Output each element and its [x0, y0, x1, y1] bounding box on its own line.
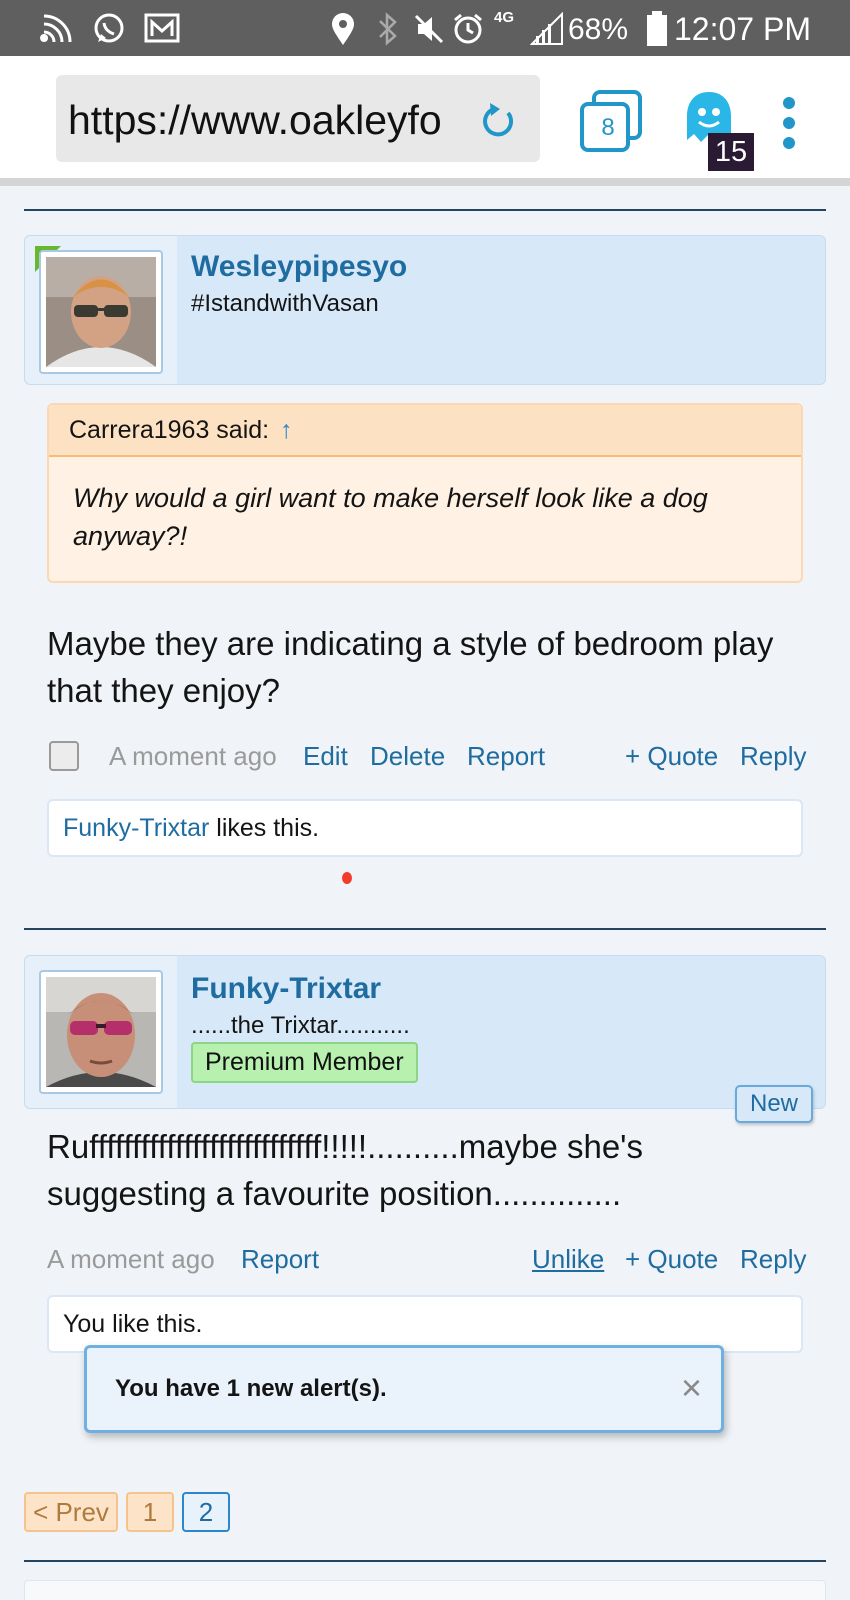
- whatsapp-icon: [94, 13, 124, 43]
- post-user-bar: Wesleypipesyo #IstandwithVasan: [24, 235, 826, 385]
- alert-message[interactable]: You have 1 new alert(s).: [115, 1375, 387, 1403]
- post-actions: A moment ago Report Unlike + Quote Reply: [47, 1238, 806, 1278]
- quote-header: Carrera1963 said: ↑: [49, 405, 801, 457]
- user-title: #IstandwithVasan: [191, 290, 379, 317]
- reply-link[interactable]: Reply: [740, 741, 806, 772]
- select-post-checkbox[interactable]: [49, 741, 79, 771]
- unlike-link[interactable]: Unlike: [532, 1244, 604, 1275]
- red-dot-marker: [342, 872, 352, 884]
- delete-link[interactable]: Delete: [370, 741, 445, 772]
- post-divider: [24, 209, 826, 211]
- mute-icon: [414, 14, 444, 44]
- post-user-bar: Funky-Trixtar ......the Trixtar.........…: [24, 955, 826, 1109]
- likes-suffix: likes this.: [209, 814, 320, 842]
- new-post-badge: New: [735, 1085, 813, 1123]
- network-4g-icon: 4G: [494, 9, 515, 26]
- quote-link[interactable]: + Quote: [625, 741, 718, 772]
- username[interactable]: Funky-Trixtar: [191, 972, 381, 1006]
- avatar[interactable]: [39, 250, 163, 374]
- reply-link[interactable]: Reply: [740, 1244, 806, 1275]
- quote-link[interactable]: + Quote: [625, 1244, 718, 1275]
- post-message: Maybe they are indicating a style of bed…: [47, 625, 774, 709]
- clock: 12:07 PM: [674, 11, 811, 47]
- ghostery-count-badge: 15: [708, 133, 754, 171]
- next-section: [24, 1580, 826, 1600]
- report-link[interactable]: Report: [241, 1244, 319, 1275]
- page-2-button[interactable]: 2: [182, 1492, 230, 1532]
- quote-block: Carrera1963 said: ↑ Why would a girl wan…: [47, 403, 803, 583]
- mail-icon: [144, 13, 180, 43]
- quote-text: Why would a girl want to make herself lo…: [73, 483, 708, 551]
- post-message: Rufffffffffffffffffffffffffff!!!!!......…: [47, 1128, 643, 1212]
- alarm-icon: [454, 13, 482, 44]
- edit-link[interactable]: Edit: [303, 741, 348, 772]
- close-icon[interactable]: ×: [681, 1368, 702, 1408]
- signal-icon: [530, 12, 563, 45]
- location-icon: [332, 13, 354, 45]
- browser-toolbar: https://www.oakleyfo 8 15: [0, 56, 850, 186]
- quote-author: Carrera1963 said:: [69, 416, 270, 444]
- avatar-image: [46, 977, 156, 1087]
- likes-summary: Funky-Trixtar likes this.: [47, 799, 803, 857]
- post-timestamp[interactable]: A moment ago: [109, 741, 277, 772]
- cast-icon: [40, 14, 72, 43]
- user-title: ......the Trixtar...........: [191, 1012, 410, 1039]
- bluetooth-icon: [379, 12, 397, 46]
- reload-icon[interactable]: [478, 101, 518, 141]
- status-bar: 4G 68% 12:07 PM: [0, 0, 850, 56]
- battery-icon: [647, 11, 667, 46]
- overflow-menu-icon[interactable]: [780, 97, 798, 151]
- quote-jump-arrow-icon[interactable]: ↑: [280, 416, 293, 444]
- post-divider: [24, 928, 826, 930]
- prev-page-button[interactable]: < Prev: [24, 1492, 118, 1532]
- url-bar[interactable]: https://www.oakleyfo: [56, 75, 540, 162]
- likes-text: You like this.: [63, 1310, 203, 1338]
- avatar-image: [46, 257, 156, 367]
- avatar[interactable]: [39, 970, 163, 1094]
- premium-member-badge: Premium Member: [191, 1042, 418, 1083]
- page-divider: [24, 1560, 826, 1562]
- report-link[interactable]: Report: [467, 741, 545, 772]
- post-actions: A moment ago Edit Delete Report + Quote …: [47, 735, 806, 775]
- url-text[interactable]: https://www.oakleyfo: [68, 97, 468, 144]
- liker-link[interactable]: Funky-Trixtar: [63, 814, 209, 842]
- battery-percent: 68%: [568, 13, 629, 46]
- page-1-button[interactable]: 1: [126, 1492, 174, 1532]
- post-timestamp[interactable]: A moment ago: [47, 1244, 215, 1275]
- username[interactable]: Wesleypipesyo: [191, 250, 407, 284]
- alert-popup[interactable]: You have 1 new alert(s). ×: [84, 1345, 724, 1433]
- tab-count: 8: [601, 114, 615, 141]
